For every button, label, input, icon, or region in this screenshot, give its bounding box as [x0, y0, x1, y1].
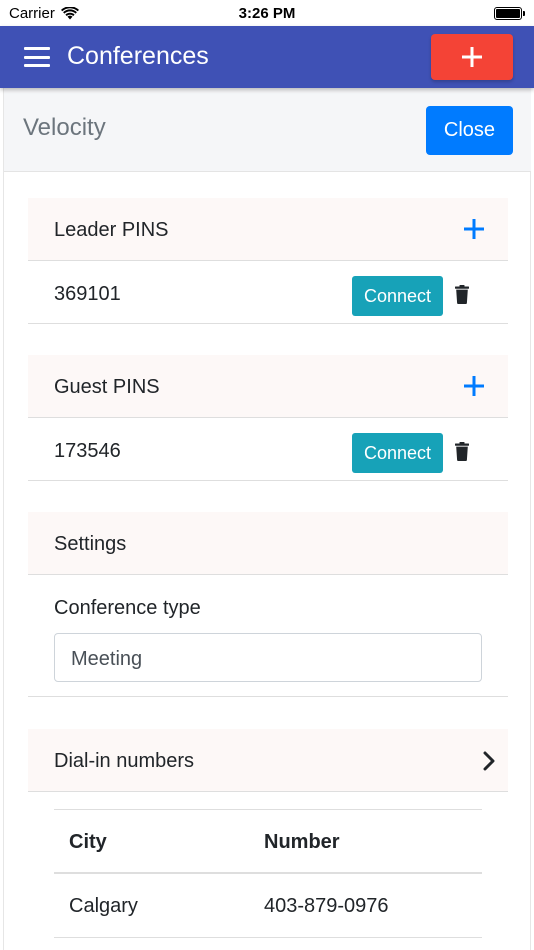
- leader-pins-label: Leader PINS: [54, 219, 169, 241]
- leader-pins-card: Leader PINS 369101 Connect: [28, 198, 508, 324]
- battery-icon: [494, 7, 525, 20]
- conference-detail-panel: Velocity Close Leader PINS 369101 Connec…: [3, 88, 531, 950]
- leader-pins-header: Leader PINS: [28, 198, 508, 261]
- clock: 3:26 PM: [238, 5, 296, 22]
- dial-in-card: Dial-in numbers City Number Calgary 403-…: [28, 729, 508, 938]
- guest-pin-connect-button[interactable]: Connect: [352, 433, 443, 473]
- guest-pin-row: 173546 Connect: [28, 418, 508, 481]
- column-header-number: Number: [264, 831, 340, 853]
- conference-header: Velocity Close: [4, 88, 531, 172]
- add-guest-pin-icon[interactable]: [464, 376, 484, 396]
- hamburger-menu-icon[interactable]: [24, 47, 50, 67]
- conference-name: Velocity: [23, 114, 106, 141]
- plus-icon: [462, 47, 482, 67]
- conference-type-label: Conference type: [54, 597, 201, 619]
- chevron-right-icon[interactable]: [482, 751, 496, 771]
- conference-type-select[interactable]: Meeting: [54, 633, 482, 682]
- column-header-city: City: [69, 831, 107, 853]
- guest-pins-header: Guest PINS: [28, 355, 508, 418]
- leader-pin-value: 369101: [54, 283, 121, 305]
- guest-pins-label: Guest PINS: [54, 376, 160, 398]
- status-bar: Carrier 3:26 PM: [0, 0, 534, 26]
- settings-label: Settings: [54, 533, 127, 555]
- app-navbar: Conferences: [0, 26, 534, 88]
- add-leader-pin-icon[interactable]: [464, 219, 484, 239]
- table-header-row: City Number: [54, 810, 482, 874]
- trash-icon[interactable]: [455, 285, 469, 304]
- dial-in-header[interactable]: Dial-in numbers: [28, 729, 508, 792]
- page-title: Conferences: [67, 42, 209, 70]
- leader-pin-row: 369101 Connect: [28, 261, 508, 324]
- dial-in-label: Dial-in numbers: [54, 750, 195, 772]
- add-conference-button[interactable]: [431, 34, 513, 80]
- guest-pins-card: Guest PINS 173546 Connect: [28, 355, 508, 481]
- city-cell: Calgary: [69, 895, 138, 917]
- dial-in-table: City Number Calgary 403-879-0976: [54, 809, 482, 938]
- trash-icon[interactable]: [455, 442, 469, 461]
- settings-card: Settings Conference type Meeting: [28, 512, 508, 697]
- settings-header: Settings: [28, 512, 508, 575]
- guest-pin-value: 173546: [54, 440, 121, 462]
- settings-body: Conference type Meeting: [28, 575, 508, 697]
- table-row: Calgary 403-879-0976: [54, 874, 482, 938]
- leader-pin-connect-button[interactable]: Connect: [352, 276, 443, 316]
- number-cell: 403-879-0976: [264, 895, 389, 917]
- close-button[interactable]: Close: [426, 106, 513, 155]
